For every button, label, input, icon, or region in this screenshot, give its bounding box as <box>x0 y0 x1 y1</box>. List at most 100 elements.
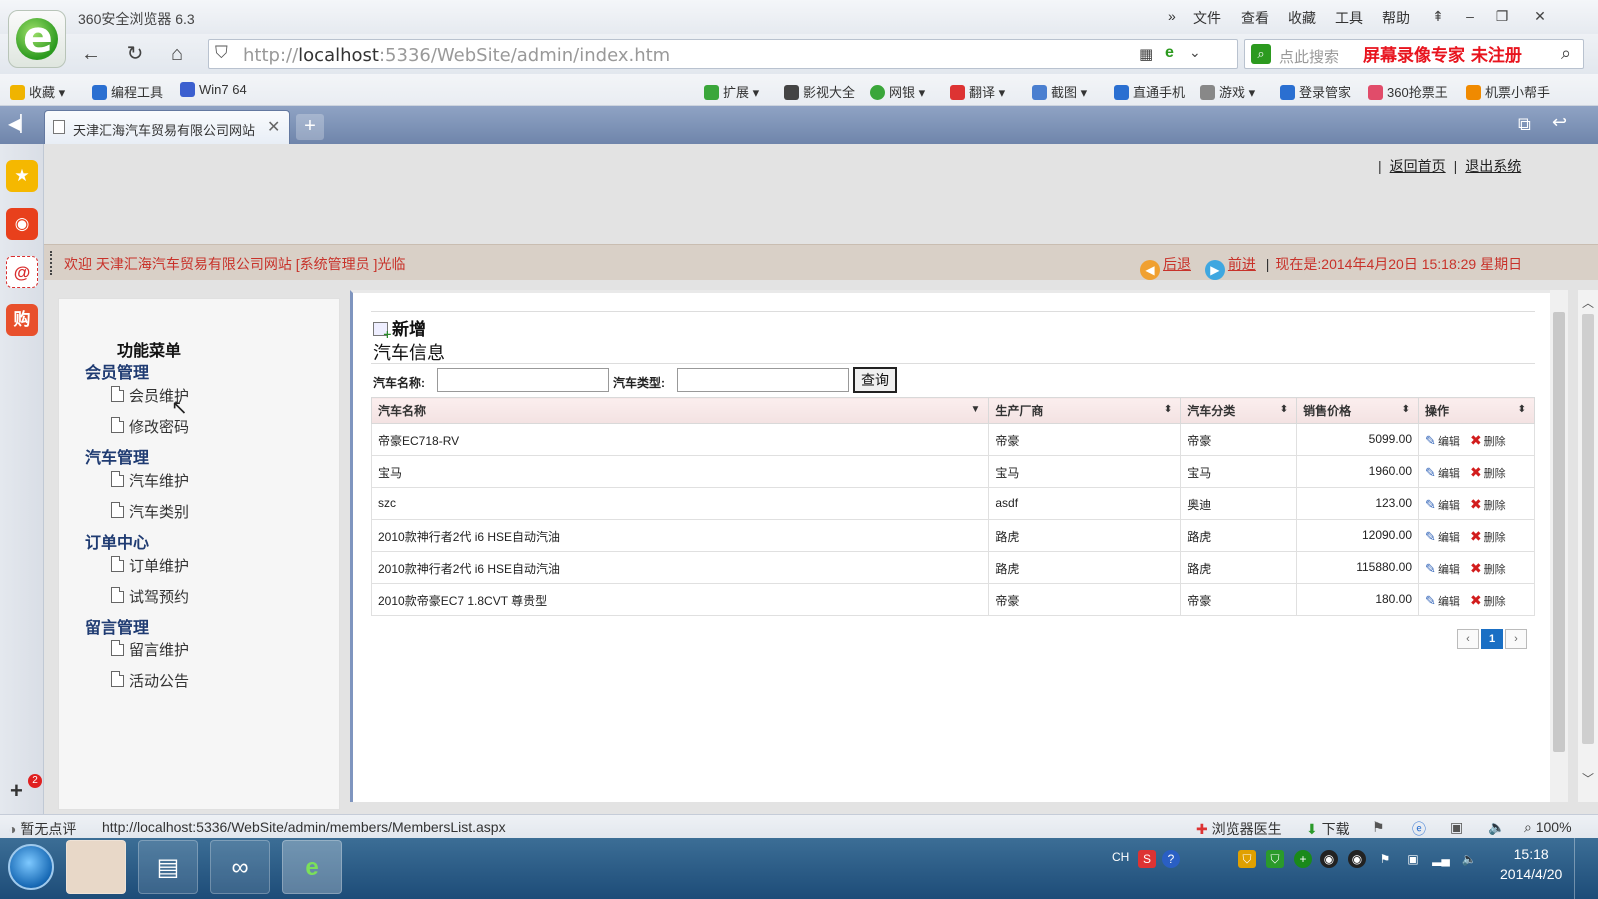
forward-circle-icon[interactable]: ▶ <box>1204 260 1225 280</box>
window-list-icon[interactable]: ⧉ <box>1518 114 1531 135</box>
shopping-icon[interactable]: 购 <box>6 304 38 336</box>
minimize-button[interactable]: – <box>1458 5 1482 27</box>
column-header-name[interactable]: 汽车名称 ▼ <box>370 397 990 424</box>
security-shield-icon[interactable]: ⛉ <box>1238 850 1256 868</box>
engine-e-icon[interactable]: e <box>1165 44 1174 62</box>
back-home-link[interactable]: 返回首页 <box>1390 158 1446 174</box>
column-header-maker[interactable]: 生产厂商 ⬍ <box>988 397 1182 424</box>
qq-icon[interactable]: ◉ <box>1348 850 1366 868</box>
bookmark-programming-tools[interactable]: 编程工具 <box>92 82 163 101</box>
history-forward-link[interactable]: 前进 <box>1228 256 1256 272</box>
edit-button[interactable]: ✎ 编辑 <box>1425 497 1460 512</box>
menu-item-car-category[interactable]: 汽车类别 <box>111 501 189 522</box>
toolbar-translate[interactable]: 翻译 ▾ <box>950 82 1005 101</box>
search-box[interactable]: ⌕ 点此搜索 屏幕录像专家 未注册 ⌕ <box>1244 39 1584 69</box>
edit-button[interactable]: ✎ 编辑 <box>1425 465 1460 480</box>
tab-active[interactable]: 天津汇海汽车贸易有限公司网站 ✕ <box>44 110 290 144</box>
menu-item-order-maintain[interactable]: 订单维护 <box>111 555 189 576</box>
tab-close-icon[interactable]: ✕ <box>267 117 280 137</box>
window-mode-icon[interactable]: ▣ <box>1450 819 1463 836</box>
browser-doctor[interactable]: ✚ 浏览器医生 <box>1196 819 1282 839</box>
pager-next-button[interactable]: › <box>1505 629 1527 649</box>
taskbar-explorer-icon[interactable]: ▤ <box>138 840 198 894</box>
menu-help[interactable]: 帮助 <box>1382 8 1410 28</box>
toolbar-login-manager[interactable]: 登录管家 <box>1280 82 1351 101</box>
ie-icon[interactable]: ⓔ <box>1412 819 1426 839</box>
plus-tray-icon[interactable]: + <box>1294 850 1312 868</box>
edit-button[interactable]: ✎ 编辑 <box>1425 433 1460 448</box>
bookmark-favorites[interactable]: 收藏 ▾ <box>10 82 65 101</box>
delete-button[interactable]: ✖ 删除 <box>1470 560 1506 576</box>
page-scrollbar[interactable]: ︿ ﹀ <box>1578 290 1598 802</box>
sidebar-toggle-icon[interactable]: ◀︎▏ <box>8 114 33 134</box>
menu-favorites[interactable]: 收藏 <box>1288 8 1316 28</box>
history-back-link[interactable]: 后退 <box>1163 256 1191 272</box>
delete-button[interactable]: ✖ 删除 <box>1470 464 1506 480</box>
menu-group-members[interactable]: 会员管理 <box>85 359 149 383</box>
add-sidebar-icon[interactable]: + <box>10 778 23 804</box>
restore-button[interactable]: ❐ <box>1490 5 1514 27</box>
search-input[interactable]: 点此搜索 <box>1279 46 1339 67</box>
edit-button[interactable]: ✎ 编辑 <box>1425 561 1460 576</box>
flag-icon[interactable]: ⚑ <box>1372 819 1385 836</box>
clock[interactable]: 15:18 2014/4/20 <box>1500 844 1562 884</box>
scrollbar-thumb[interactable] <box>1582 314 1594 744</box>
speaker-icon[interactable]: 🔈 <box>1460 850 1478 868</box>
address-bar[interactable]: ⛉ http://localhost:5336/WebSite/admin/in… <box>208 39 1238 69</box>
qr-code-icon[interactable]: ▦ <box>1139 45 1153 63</box>
start-button[interactable] <box>8 844 54 890</box>
column-header-actions[interactable]: 操作 ⬍ <box>1418 397 1535 424</box>
car-type-input[interactable] <box>677 368 849 392</box>
network-icon[interactable]: ▂▄ <box>1432 850 1450 868</box>
action-center-flag-icon[interactable]: ⚑ <box>1376 850 1394 868</box>
toolbar-extensions[interactable]: 扩展 ▾ <box>704 82 759 101</box>
taskbar-visual-studio-icon[interactable]: ∞ <box>210 840 270 894</box>
menu-item-message-maintain[interactable]: 留言维护 <box>111 639 189 660</box>
car-name-input[interactable] <box>437 368 609 392</box>
chevron-down-icon[interactable]: ⌄ <box>1189 44 1201 61</box>
edit-button[interactable]: ✎ 编辑 <box>1425 529 1460 544</box>
menu-file[interactable]: 文件 <box>1193 8 1221 28</box>
sort-icon[interactable]: ⬍ <box>1402 404 1410 415</box>
sort-icon[interactable]: ⬍ <box>1518 404 1526 415</box>
scroll-up-icon[interactable]: ︿ <box>1582 294 1594 311</box>
scroll-down-icon[interactable]: ﹀ <box>1582 770 1594 787</box>
dropdown-icon[interactable]: ▼ <box>970 404 980 415</box>
browser-logo-icon[interactable] <box>8 10 66 68</box>
sogou-icon[interactable]: S <box>1138 850 1156 868</box>
pager-page-1[interactable]: 1 <box>1481 629 1503 649</box>
column-header-category[interactable]: 汽车分类 ⬍ <box>1180 397 1298 424</box>
toolbar-flight[interactable]: 机票小帮手 <box>1466 82 1550 101</box>
help-icon[interactable]: ? <box>1162 850 1180 868</box>
sort-icon[interactable]: ⬍ <box>1164 404 1172 415</box>
zoom-control[interactable]: ⌕ 100% <box>1524 819 1572 836</box>
frame-scrollbar[interactable] <box>1550 290 1568 802</box>
toolbar-phone[interactable]: 直通手机 <box>1114 82 1185 101</box>
rating-status[interactable]: ◑ 暂无点评 <box>8 819 76 839</box>
show-desktop-button[interactable] <box>1574 838 1594 899</box>
volume-icon[interactable]: 🔈 <box>1488 819 1505 836</box>
menu-item-car-maintain[interactable]: 汽车维护 <box>111 470 189 491</box>
delete-button[interactable]: ✖ 删除 <box>1470 432 1506 448</box>
menu-group-messages[interactable]: 留言管理 <box>85 614 149 638</box>
taskbar-360-browser-icon[interactable]: e <box>282 840 342 894</box>
delete-button[interactable]: ✖ 删除 <box>1470 496 1506 512</box>
weibo-icon[interactable]: ◉ <box>6 208 38 240</box>
add-new-button[interactable]: 新增 <box>373 315 426 341</box>
toolbar-ebank[interactable]: 网银 ▾ <box>870 82 925 101</box>
sort-icon[interactable]: ⬍ <box>1280 404 1288 415</box>
favorites-star-icon[interactable]: ★ <box>6 160 38 192</box>
toolbar-ticket[interactable]: 360抢票王 <box>1368 82 1448 101</box>
device-icon[interactable]: ▣ <box>1404 850 1422 868</box>
bookmark-win7[interactable]: Win7 64 <box>180 82 247 97</box>
menu-group-orders[interactable]: 订单中心 <box>85 529 149 553</box>
logout-link[interactable]: 退出系统 <box>1465 158 1521 174</box>
refresh-icon[interactable]: ↻ <box>120 40 150 68</box>
taskbar-user-photo[interactable] <box>66 840 126 894</box>
email-icon[interactable]: @ <box>6 256 38 288</box>
home-icon[interactable]: ⌂ <box>162 40 192 68</box>
skin-icon[interactable]: ⇞ <box>1426 5 1450 27</box>
toolbar-movies[interactable]: 影视大全 <box>784 82 855 101</box>
back-arrow-icon[interactable]: ← <box>76 40 106 68</box>
edit-button[interactable]: ✎ 编辑 <box>1425 593 1460 608</box>
